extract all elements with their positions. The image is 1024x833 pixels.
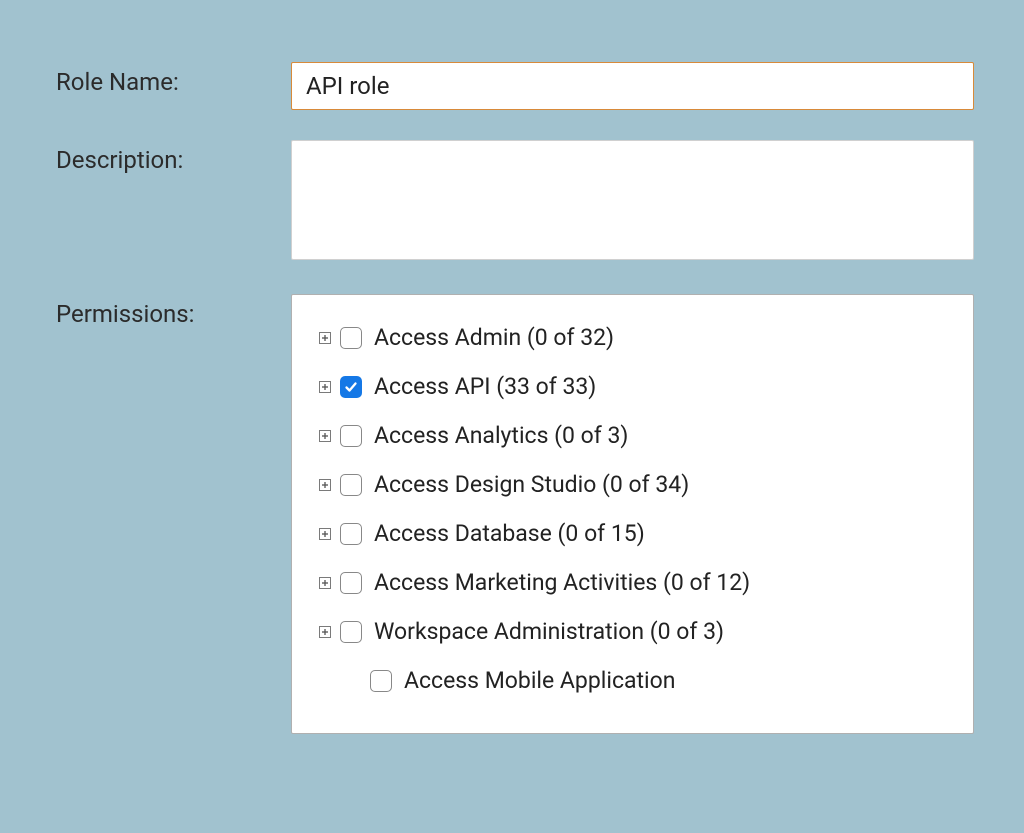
role-name-row: Role Name: * [56,62,974,110]
permissions-input-col: Access Admin (0 of 32) Access API (33 of … [291,294,974,734]
permission-checkbox[interactable] [340,474,362,496]
description-row: Description: [56,140,974,264]
permission-label: Access Admin (0 of 32) [374,324,614,351]
permission-item: Access Marketing Activities (0 of 12) [318,558,947,607]
permission-checkbox[interactable] [340,327,362,349]
permission-checkbox[interactable] [340,425,362,447]
description-input[interactable] [291,140,974,260]
permission-item: Access Mobile Application [318,656,947,705]
permission-checkbox[interactable] [370,670,392,692]
permission-checkbox[interactable] [340,523,362,545]
expand-icon[interactable] [318,478,332,492]
expand-icon[interactable] [318,429,332,443]
permission-item: Access Admin (0 of 32) [318,313,947,362]
permission-item: Access Database (0 of 15) [318,509,947,558]
permission-label: Access Database (0 of 15) [374,520,645,547]
role-name-input[interactable] [291,62,974,110]
permission-item: Workspace Administration (0 of 3) [318,607,947,656]
permission-label: Access API (33 of 33) [374,373,596,400]
expand-icon[interactable] [318,380,332,394]
role-name-input-col [291,62,974,110]
permission-item: Access Analytics (0 of 3) [318,411,947,460]
permission-label: Access Analytics (0 of 3) [374,422,628,449]
expand-icon[interactable] [318,576,332,590]
permission-item: Access Design Studio (0 of 34) [318,460,947,509]
permission-label: Access Mobile Application [404,667,675,694]
permissions-tree: Access Admin (0 of 32) Access API (33 of … [291,294,974,734]
expand-icon[interactable] [318,331,332,345]
permission-label: Access Design Studio (0 of 34) [374,471,689,498]
role-name-label: Role Name: [56,62,261,96]
expand-icon[interactable] [318,527,332,541]
description-input-col [291,140,974,264]
permissions-row: Permissions: Access Admin (0 of 32)Acces… [56,294,974,734]
permission-label: Workspace Administration (0 of 3) [374,618,724,645]
permission-checkbox[interactable] [340,376,362,398]
permission-checkbox[interactable] [340,572,362,594]
role-form: Role Name: * Description: Permissions: A… [0,0,1024,784]
permission-checkbox[interactable] [340,621,362,643]
permissions-label: Permissions: [56,294,261,328]
description-label: Description: [56,140,261,174]
permission-label: Access Marketing Activities (0 of 12) [374,569,750,596]
permission-item: Access API (33 of 33) [318,362,947,411]
expand-icon[interactable] [318,625,332,639]
